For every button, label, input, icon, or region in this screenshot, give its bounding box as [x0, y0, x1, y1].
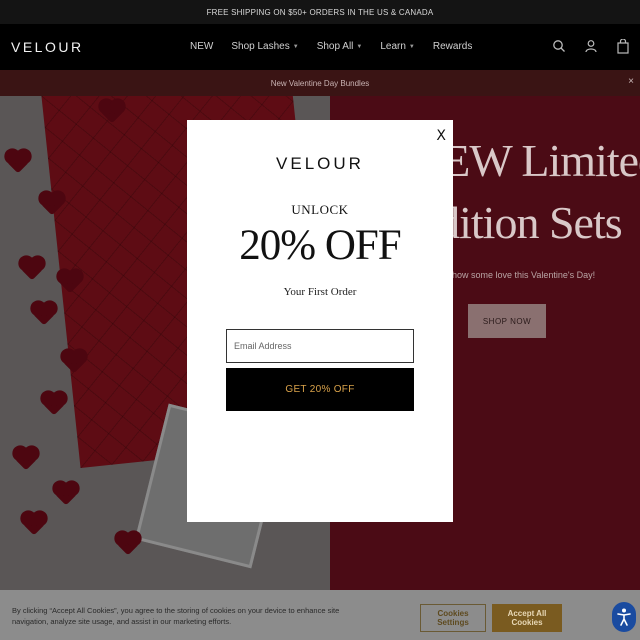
- heart-decoration: [20, 257, 44, 281]
- nav-item-new[interactable]: NEW: [190, 41, 213, 52]
- cookie-consent-text: By clicking “Accept All Cookies”, you ag…: [12, 606, 340, 626]
- chevron-down-icon: ▼: [292, 43, 299, 50]
- nav-item-label: Shop Lashes: [231, 41, 290, 52]
- modal-unlock-text: UNLOCK: [291, 202, 349, 217]
- nav-item-rewards[interactable]: Rewards: [433, 41, 472, 52]
- nav-item-label: Rewards: [432, 41, 473, 52]
- nav-links: NEW Shop Lashes ▼ Shop All ▼ Learn ▼ Rew…: [190, 41, 490, 52]
- nav-item-shop-all[interactable]: Shop All ▼: [317, 41, 363, 52]
- accept-all-cookies-button[interactable]: Accept All Cookies: [492, 604, 562, 632]
- announcement-text: FREE SHIPPING ON $50+ ORDERS IN THE US &…: [206, 7, 434, 17]
- nav-item-label: Shop All: [316, 41, 354, 52]
- heart-decoration: [22, 512, 46, 536]
- heart-decoration: [116, 532, 140, 556]
- announcement-bar: FREE SHIPPING ON $50+ ORDERS IN THE US &…: [0, 0, 640, 24]
- bag-icon[interactable]: [616, 39, 630, 54]
- account-icon[interactable]: [584, 39, 598, 54]
- main-navbar: VELOUR NEW Shop Lashes ▼ Shop All ▼ Lear…: [0, 24, 640, 70]
- heart-decoration: [32, 302, 56, 326]
- nav-item-label: Learn: [380, 41, 406, 52]
- modal-offer-heading: 20% OFF: [239, 222, 401, 269]
- nav-item-shop-lashes[interactable]: Shop Lashes ▼: [231, 41, 298, 52]
- close-icon[interactable]: X: [436, 128, 446, 144]
- nav-icons: [552, 39, 630, 54]
- modal-brand-logo: VELOUR: [276, 154, 364, 173]
- cookies-settings-button[interactable]: Cookies Settings: [420, 604, 486, 632]
- brand-logo[interactable]: VELOUR: [11, 39, 84, 55]
- accessibility-icon[interactable]: [612, 602, 636, 632]
- nav-item-learn[interactable]: Learn ▼: [380, 41, 415, 52]
- promo-bar[interactable]: New Valentine Day Bundles ×: [0, 70, 640, 96]
- heart-decoration: [54, 482, 78, 506]
- modal-subheading: Your First Order: [283, 286, 357, 298]
- heart-decoration: [6, 150, 30, 174]
- promo-text[interactable]: New Valentine Day Bundles: [271, 79, 370, 88]
- email-field[interactable]: [226, 329, 414, 363]
- close-icon[interactable]: ×: [628, 76, 634, 87]
- chevron-down-icon: ▼: [408, 43, 415, 50]
- nav-item-label: NEW: [190, 41, 214, 52]
- get-discount-button[interactable]: GET 20% OFF: [226, 368, 414, 411]
- chevron-down-icon: ▼: [356, 43, 363, 50]
- shop-now-button[interactable]: SHOP NOW: [468, 304, 546, 338]
- hero-subtitle: Show some love this Valentine's Day!: [446, 270, 596, 280]
- heart-decoration: [42, 392, 66, 416]
- heart-decoration: [14, 447, 38, 471]
- search-icon[interactable]: [552, 39, 566, 54]
- discount-popup-modal: X VELOUR UNLOCK 20% OFF Your First Order…: [187, 120, 453, 522]
